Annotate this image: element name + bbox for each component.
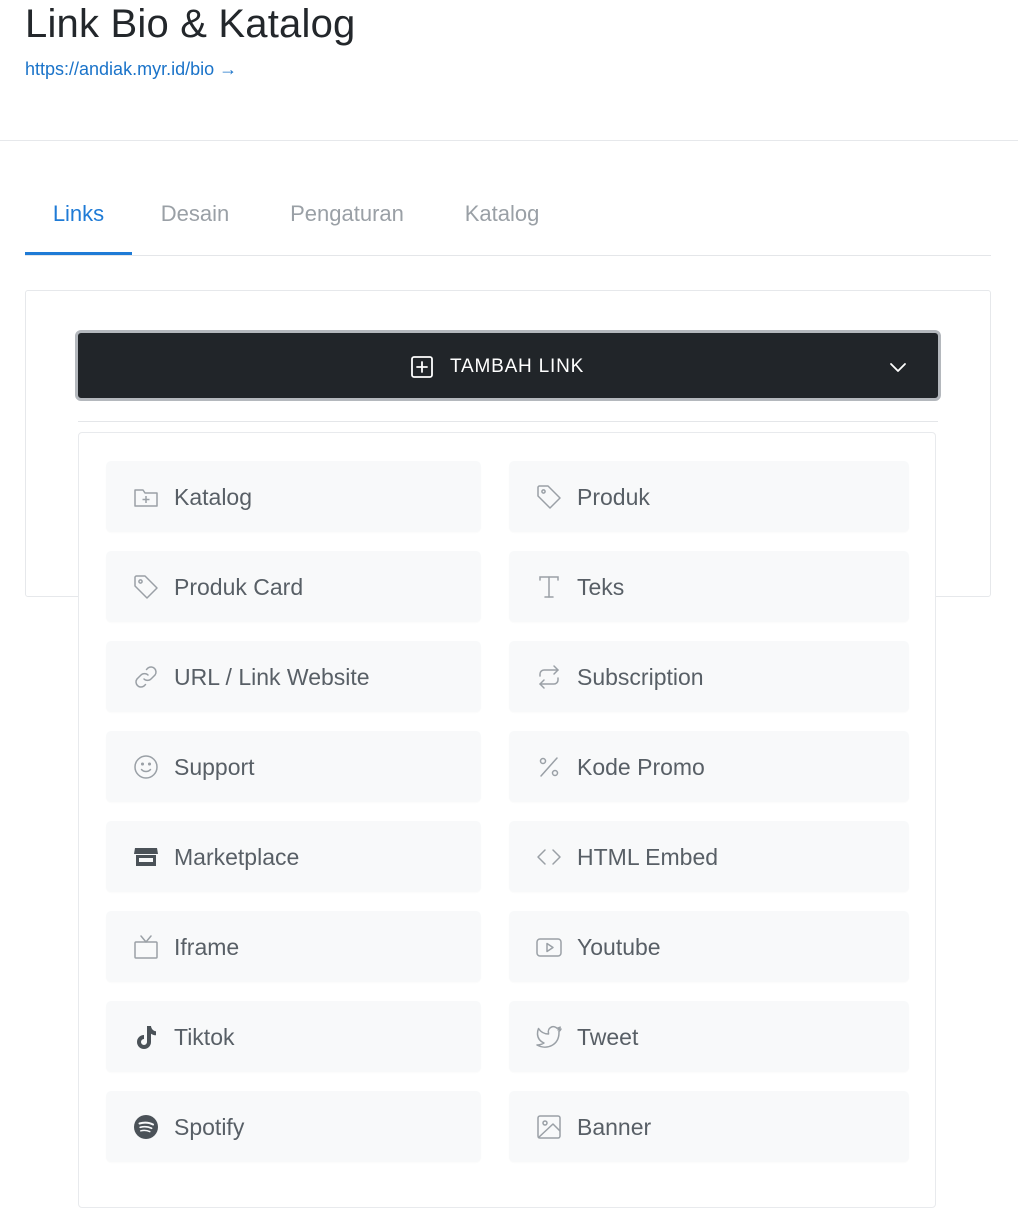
tab-links[interactable]: Links [25,175,132,255]
menu-item-label: Tweet [577,1024,639,1050]
menu-item-label: Katalog [174,484,253,510]
twitter-icon [536,1026,562,1048]
tab-desain[interactable]: Desain [151,175,239,253]
repeat-icon [539,665,559,689]
bio-url-link[interactable]: https://andiak.myr.id/bio → [25,57,237,81]
menu-item-spotify[interactable]: Spotify [106,1091,481,1162]
menu-item-label: Marketplace [174,844,300,870]
folder-plus-icon [134,489,158,507]
menu-item-label: HTML Embed [577,844,719,870]
menu-item-marketplace[interactable]: Marketplace [106,821,481,892]
menu-item-html-embed[interactable]: HTML Embed [509,821,909,892]
menu-item-label: Kode Promo [577,754,705,780]
menu-item-produk[interactable]: Produk [509,461,909,532]
menu-item-katalog[interactable]: Katalog [106,461,481,532]
menu-item-label: Iframe [174,934,240,960]
menu-item-label: Tiktok [174,1024,235,1050]
menu-item-tweet[interactable]: Tweet [509,1001,909,1072]
menu-item-label: Produk [577,484,650,510]
menu-item-support[interactable]: Support [106,731,481,802]
youtube-icon [536,938,562,957]
menu-item-label: Spotify [174,1114,245,1140]
menu-item-label: Teks [577,574,625,600]
menu-item-label: Support [174,754,255,780]
image-icon [537,1115,561,1139]
add-link-label: TAMBAH LINK [450,356,585,377]
menu-item-iframe[interactable]: Iframe [106,911,481,982]
chevron-down-icon[interactable] [888,357,908,377]
link-icon [135,666,157,688]
menu-item-kode-promo[interactable]: Kode Promo [509,731,909,802]
menu-item-tiktok[interactable]: Tiktok [106,1001,481,1072]
divider [78,421,938,422]
menu-item-label: Produk Card [174,574,304,600]
spotify-icon [134,1115,158,1139]
code-icon [537,849,561,865]
menu-item-youtube[interactable]: Youtube [509,911,909,982]
menu-item-label: Banner [577,1114,652,1140]
tab-katalog[interactable]: Katalog [454,175,550,253]
menu-item-teks[interactable]: Teks [509,551,909,622]
menu-item-subscription[interactable]: Subscription [509,641,909,712]
menu-item-label: Subscription [577,664,704,690]
store-icon [134,848,158,866]
link-type-menu: Katalog Produk Produk Card Teks URL / Li… [78,432,936,1208]
percent-icon [539,757,559,777]
menu-item-url-link[interactable]: URL / Link Website [106,641,481,712]
text-icon [539,576,559,598]
menu-item-label: Youtube [577,934,661,960]
tiktok-icon [137,1026,156,1049]
menu-item-label: URL / Link Website [174,664,370,690]
tab-bar: Links Desain Pengaturan Katalog [25,175,991,256]
plus-square-icon [411,356,433,378]
add-link-button[interactable]: TAMBAH LINK [75,330,941,401]
smile-icon [134,755,158,779]
tv-icon [134,935,158,959]
header-divider [0,140,1018,141]
tag-icon [134,575,158,599]
tab-pengaturan[interactable]: Pengaturan [278,175,416,253]
menu-item-banner[interactable]: Banner [509,1091,909,1162]
page-title: Link Bio & Katalog [25,2,356,46]
menu-item-produk-card[interactable]: Produk Card [106,551,481,622]
tag-icon [537,485,561,509]
